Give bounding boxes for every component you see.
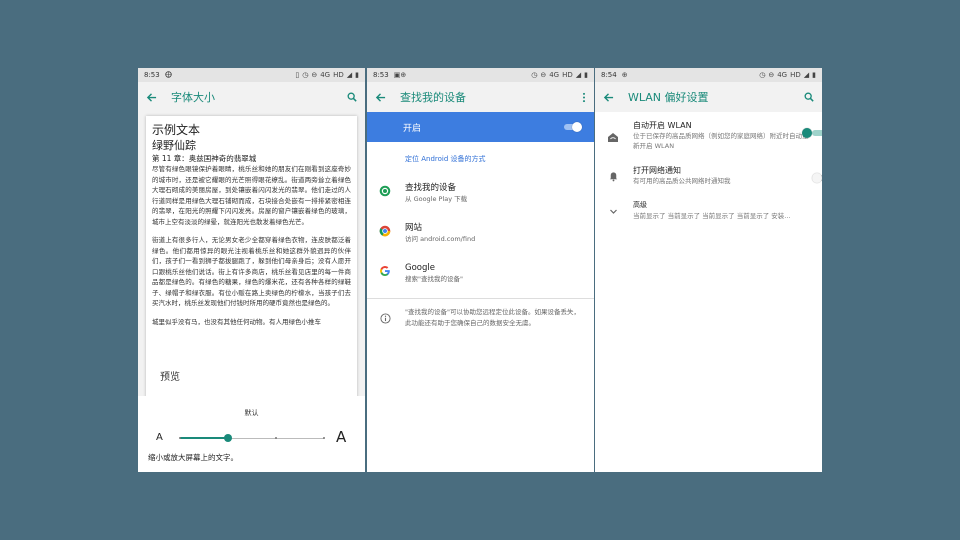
network-type: 4G	[320, 71, 331, 79]
sample-text-heading: 示例文本	[152, 123, 201, 137]
small-text-icon: A	[156, 432, 163, 443]
slider-thumb[interactable]	[224, 434, 232, 442]
slider-tick	[275, 437, 277, 439]
back-arrow-icon[interactable]	[146, 92, 157, 103]
search-icon[interactable]	[347, 92, 357, 102]
hd-label: HD	[333, 71, 344, 79]
auto-wlan-setting[interactable]: 自动开启 WLAN 位于已保存的高品质网络（例如您的家庭网络）附近时自动重新开启…	[595, 112, 822, 157]
find-my-device-screen: 8:53 ▣ ⊕ ◷ ⊖ 4G HD ◢ ▮ 查找我的设备 开启 定位 Andr…	[367, 68, 594, 472]
info-footer: "查找我的设备"可以协助您远程定位此设备。如果设备丢失，此功能还有助于您确保自己…	[367, 299, 594, 336]
network-notification-setting[interactable]: 打开网络通知 有可用的高品质公共网络时通知我	[595, 157, 822, 192]
master-switch-bar[interactable]: 开启	[367, 112, 594, 142]
dnd-icon: ⊖	[540, 71, 547, 79]
network-type: 4G	[777, 71, 788, 79]
chapter-title: 第 11 章：奥兹国神奇的翡翠城	[152, 154, 257, 163]
wifi-home-icon	[603, 120, 623, 151]
page-title: 查找我的设备	[400, 91, 466, 104]
advanced-summary: 当前显示了 当前显示了 当前显示了 当前显示了 安装...	[633, 212, 791, 220]
page-title: 字体大小	[171, 91, 215, 104]
book-title: 绿野仙踪	[152, 139, 196, 152]
back-arrow-icon[interactable]	[603, 92, 614, 103]
item-title: Google	[405, 263, 435, 273]
text-preview-card[interactable]: 示例文本 绿野仙踪 第 11 章：奥兹国神奇的翡翠城 尽管有绿色眼镜保护着眼睛，…	[146, 116, 357, 432]
status-time: 8:53	[373, 71, 389, 79]
google-icon	[375, 262, 395, 277]
font-size-screen: 8:53 ▯ ◷ ⊖ 4G HD ◢ ▮ 字体大小 示例文本 绿野仙踪 第 11…	[138, 68, 365, 472]
master-toggle[interactable]	[564, 122, 582, 132]
master-switch-label: 开启	[403, 123, 422, 134]
notification-bell-icon	[603, 165, 623, 186]
size-value-label: 默认	[244, 409, 259, 417]
find-device-icon	[375, 182, 395, 197]
status-time: 8:54	[601, 71, 617, 79]
font-size-control: 默认 A A 缩小或放大屏幕上的文字。	[138, 396, 365, 472]
app-bar: 字体大小	[138, 82, 365, 112]
battery-icon: ▮	[355, 71, 359, 79]
status-time: 8:53	[144, 71, 160, 79]
chevron-down-icon	[603, 200, 623, 221]
large-text-icon: A	[336, 428, 347, 446]
size-hint-text: 缩小或放大屏幕上的文字。	[148, 453, 238, 462]
signal-icon: ◢	[803, 71, 810, 79]
paragraph: 尽管有绿色眼镜保护着眼睛，桃乐丝和她的朋友们在刚看到这座奇妙的城市时，还是被它耀…	[152, 165, 351, 226]
item-title: 查找我的设备	[405, 183, 457, 193]
paragraph: 城里似乎没有马，也没有其他任何动物。有人用绿色小推车	[152, 317, 321, 326]
status-bar: 8:54 ⊕ ◷ ⊖ 4G HD ◢ ▮	[595, 68, 822, 82]
browser-icon: ⊕	[621, 71, 628, 79]
search-icon[interactable]	[804, 92, 814, 102]
advanced-section[interactable]: 高级 当前显示了 当前显示了 当前显示了 当前显示了 安装...	[595, 192, 822, 227]
slider-fill	[180, 437, 228, 439]
item-subtitle: 访问 android.com/find	[405, 235, 476, 243]
item-subtitle: 搜索"查找我的设备"	[405, 275, 463, 283]
setting-title: 自动开启 WLAN	[633, 121, 692, 130]
preview-label: 预览	[160, 372, 180, 383]
vibrate-icon: ▯	[295, 71, 300, 79]
image-icon: ▣	[393, 71, 401, 79]
find-device-app-item[interactable]: 查找我的设备 从 Google Play 下载	[367, 176, 594, 216]
locate-methods-link[interactable]: 定位 Android 设备的方式	[367, 142, 594, 176]
status-bar: 8:53 ▣ ⊕ ◷ ⊖ 4G HD ◢ ▮	[367, 68, 594, 82]
signal-icon: ◢	[346, 71, 353, 79]
info-icon	[375, 307, 395, 328]
google-search-item[interactable]: Google 搜索"查找我的设备"	[367, 256, 594, 296]
browser-icon	[165, 70, 172, 80]
battery-icon: ▮	[584, 71, 588, 79]
alarm-icon: ◷	[302, 71, 309, 79]
hd-label: HD	[562, 71, 573, 79]
setting-summary: 有可用的高品质公共网络时通知我	[633, 177, 731, 185]
item-subtitle: 从 Google Play 下载	[405, 195, 468, 203]
dnd-icon: ⊖	[768, 71, 775, 79]
slider-tick	[179, 437, 181, 439]
hd-label: HD	[790, 71, 801, 79]
setting-title: 打开网络通知	[633, 166, 681, 175]
signal-icon: ◢	[575, 71, 582, 79]
more-options-icon[interactable]	[582, 92, 586, 103]
app-bar: WLAN 偏好设置	[595, 82, 822, 112]
alarm-icon: ◷	[531, 71, 538, 79]
dnd-icon: ⊖	[311, 71, 318, 79]
slider-tick	[323, 437, 325, 439]
page-title: WLAN 偏好设置	[628, 91, 709, 104]
info-text: "查找我的设备"可以协助您远程定位此设备。如果设备丢失，此功能还有助于您确保自己…	[405, 308, 580, 327]
network-type: 4G	[549, 71, 560, 79]
status-bar: 8:53 ▯ ◷ ⊖ 4G HD ◢ ▮	[138, 68, 365, 82]
wlan-preferences-screen: 8:54 ⊕ ◷ ⊖ 4G HD ◢ ▮ WLAN 偏好设置 自动开启 WLAN…	[595, 68, 822, 472]
website-item[interactable]: 网站 访问 android.com/find	[367, 216, 594, 256]
battery-icon: ▮	[812, 71, 816, 79]
advanced-title: 高级	[633, 201, 647, 209]
item-title: 网站	[405, 223, 423, 233]
back-arrow-icon[interactable]	[375, 92, 386, 103]
app-bar: 查找我的设备	[367, 82, 594, 112]
setting-summary: 位于已保存的高品质网络（例如您的家庭网络）附近时自动重新开启 WLAN	[633, 132, 809, 150]
paragraph: 街道上有很多行人，无论男女老少全都穿着绿色衣物，连皮肤都泛着绿色。他们都用惊异的…	[152, 236, 351, 307]
chrome-icon	[375, 222, 395, 237]
alarm-icon: ◷	[759, 71, 766, 79]
browser-icon: ⊕	[400, 71, 407, 79]
